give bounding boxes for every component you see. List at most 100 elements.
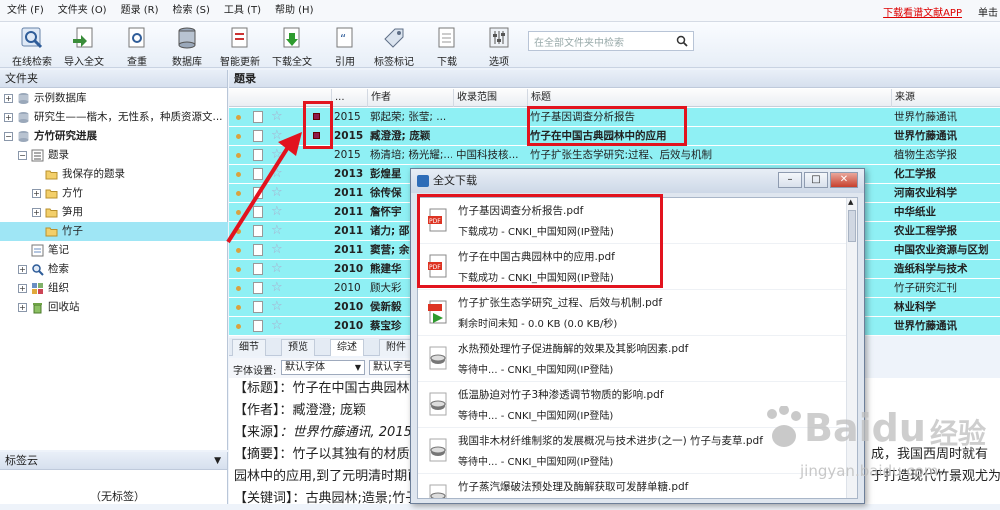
search-input[interactable]: 在全部文件夹中检索 bbox=[528, 31, 694, 51]
tab-summary[interactable]: 综述 bbox=[330, 339, 364, 356]
star-icon[interactable]: ☆ bbox=[271, 280, 283, 296]
sidebar-item-sample-db[interactable]: + 示例数据库 bbox=[0, 89, 228, 108]
read-status-dot-icon bbox=[236, 305, 241, 310]
column-scope[interactable]: 收录范围 bbox=[453, 89, 527, 107]
sidebar-item-bamboo[interactable]: 竹子 bbox=[0, 222, 228, 241]
menu-search[interactable]: 检索 (S) bbox=[166, 0, 217, 22]
minimize-icon[interactable]: – bbox=[778, 172, 802, 188]
expand-toggle[interactable]: + bbox=[4, 113, 13, 122]
sidebar-item-label: 题录 bbox=[48, 149, 69, 161]
download-item[interactable]: 竹子扩张生态学研究_过程、后效与机制.pdf 剩余时间未知 - 0.0 KB (0… bbox=[418, 290, 848, 336]
expand-toggle[interactable]: + bbox=[32, 189, 41, 198]
expand-toggle[interactable]: + bbox=[4, 94, 13, 103]
menu-tools[interactable]: 工具 (T) bbox=[217, 0, 268, 22]
tab-attachments[interactable]: 附件 bbox=[379, 339, 413, 356]
sidebar-item-fangzhu[interactable]: + 方竹 bbox=[0, 184, 228, 203]
magnifier-icon bbox=[21, 27, 43, 49]
download-app-link[interactable]: 下载看谱文献APP bbox=[883, 4, 962, 19]
column-year[interactable]: ... bbox=[331, 89, 367, 107]
menu-records[interactable]: 题录 (R) bbox=[114, 0, 166, 22]
menu-file[interactable]: 文件 (F) bbox=[0, 0, 51, 22]
sidebar-item-label: 组织 bbox=[48, 282, 69, 294]
download-filename: 低温胁迫对竹子3种渗透调节物质的影响.pdf bbox=[458, 389, 664, 401]
database-icon bbox=[178, 27, 196, 49]
settings-icon bbox=[489, 27, 509, 48]
cell-source: 植物生态学报 bbox=[894, 149, 957, 161]
document-icon bbox=[438, 27, 455, 48]
cite-button[interactable]: “ 引用 bbox=[332, 25, 358, 68]
star-icon[interactable]: ☆ bbox=[271, 109, 283, 125]
cell-authors: 臧澄澄; 庞颖 bbox=[370, 130, 431, 142]
menu-folder[interactable]: 文件夹 (O) bbox=[51, 0, 114, 22]
folder-icon bbox=[45, 208, 58, 218]
cell-source: 化工学报 bbox=[894, 168, 936, 180]
database-button[interactable]: 数据库 bbox=[172, 25, 202, 68]
dialog-titlebar[interactable]: 全文下载 – □ ✕ bbox=[411, 169, 864, 193]
magnifier-icon bbox=[32, 264, 44, 276]
close-icon[interactable]: ✕ bbox=[830, 172, 858, 188]
document-icon bbox=[253, 320, 263, 332]
dedupe-button[interactable]: 查重 bbox=[124, 25, 150, 68]
tag-cloud-header: 标签云 ▼ bbox=[0, 452, 227, 470]
download-button[interactable]: 下载 bbox=[434, 25, 460, 68]
online-search-label: 在线检索 bbox=[12, 57, 52, 68]
sidebar-item-graduate[interactable]: + 研究生——楷木，无性系，种质资源文... bbox=[0, 108, 228, 127]
download-item[interactable]: 水热预处理竹子促进酶解的效果及其影响因素.pdf 等待中... - CNKI_中国… bbox=[418, 336, 848, 382]
font-family-select[interactable]: 默认字体 ▼ bbox=[281, 360, 365, 375]
record-list-title: 题录 bbox=[229, 70, 1000, 88]
waiting-cup-icon bbox=[429, 392, 447, 416]
dialog-title: 全文下载 bbox=[433, 174, 477, 187]
column-authors[interactable]: 作者 bbox=[367, 89, 453, 107]
sidebar-item-saved-records[interactable]: 我保存的题录 bbox=[0, 165, 228, 184]
login-link[interactable]: 单击 bbox=[978, 4, 998, 19]
detail-abstract-tail: 成，我国西周时就有 bbox=[871, 447, 989, 462]
tab-details[interactable]: 细节 bbox=[232, 339, 266, 356]
smart-update-button[interactable]: 智能更新 bbox=[220, 25, 260, 68]
download-filename: 我国非木材纤维制浆的发展概况与技术进步(之一) 竹子与麦草.pdf bbox=[458, 435, 763, 447]
collapse-toggle[interactable]: − bbox=[18, 151, 27, 160]
search-placeholder: 在全部文件夹中检索 bbox=[534, 37, 624, 49]
waiting-cup-icon bbox=[429, 346, 447, 370]
expand-toggle[interactable]: + bbox=[32, 208, 41, 217]
sidebar-item-sunyong[interactable]: + 笋用 bbox=[0, 203, 228, 222]
expand-toggle[interactable]: + bbox=[18, 284, 27, 293]
collapse-toggle[interactable]: − bbox=[4, 132, 13, 141]
column-title[interactable]: 标题 bbox=[527, 89, 891, 107]
tag-icon bbox=[384, 28, 404, 48]
table-row[interactable]: ☆ 2015 杨清培; 杨光耀;... 中国科技核... 竹子扩张生态学研究:过程、后效… bbox=[229, 146, 1000, 165]
download-item[interactable]: 我国非木材纤维制浆的发展概况与技术进步(之一) 竹子与麦草.pdf 等待中... … bbox=[418, 428, 848, 474]
options-button[interactable]: 选项 bbox=[486, 25, 512, 68]
scroll-up-icon[interactable]: ▲ bbox=[848, 198, 853, 206]
star-icon[interactable]: ☆ bbox=[271, 261, 283, 277]
import-fulltext-button[interactable]: 导入全文 bbox=[64, 25, 104, 68]
column-source[interactable]: 来源 bbox=[891, 89, 1000, 107]
sidebar-item-organize[interactable]: + 组织 bbox=[0, 279, 228, 298]
detail-abstract-label: 【摘要】 bbox=[234, 447, 280, 462]
smart-update-label: 智能更新 bbox=[220, 57, 260, 68]
expand-toggle[interactable]: + bbox=[18, 265, 27, 274]
online-search-button[interactable]: 在线检索 bbox=[12, 25, 52, 68]
sidebar-item-notes[interactable]: 笔记 bbox=[0, 241, 228, 260]
download-fulltext-button[interactable]: 下载全文 bbox=[272, 25, 312, 68]
maximize-icon[interactable]: □ bbox=[804, 172, 828, 188]
menu-help[interactable]: 帮助 (H) bbox=[268, 0, 321, 22]
sidebar-item-recycle[interactable]: + 回收站 bbox=[0, 298, 228, 317]
sidebar-item-bamboo-research[interactable]: − 方竹研究进展 bbox=[0, 127, 228, 146]
star-icon[interactable]: ☆ bbox=[271, 299, 283, 315]
dropdown-arrow-icon[interactable]: ▼ bbox=[214, 452, 221, 470]
cite-label: 引用 bbox=[335, 57, 355, 68]
database-icon bbox=[18, 93, 29, 104]
sidebar-item-records[interactable]: − 题录 bbox=[0, 146, 228, 165]
expand-toggle[interactable]: + bbox=[18, 303, 27, 312]
download-item[interactable]: 低温胁迫对竹子3种渗透调节物质的影响.pdf 等待中... - CNKI_中国知网… bbox=[418, 382, 848, 428]
downloading-icon bbox=[428, 300, 447, 324]
tab-preview[interactable]: 预览 bbox=[281, 339, 315, 356]
star-icon[interactable]: ☆ bbox=[271, 318, 283, 334]
download-item[interactable]: 竹子蒸汽爆破法预处理及酶解获取可发酵单糖.pdf等待中... - CNKI_中国… bbox=[418, 474, 848, 498]
sidebar-item-search[interactable]: + 检索 bbox=[0, 260, 228, 279]
tag-mark-button[interactable]: 标签标记 bbox=[374, 25, 414, 68]
scrollbar[interactable]: ▲ bbox=[846, 198, 857, 498]
search-icon[interactable] bbox=[676, 35, 688, 47]
scrollbar-thumb[interactable] bbox=[848, 210, 856, 242]
cell-year: 2011 bbox=[334, 206, 364, 218]
